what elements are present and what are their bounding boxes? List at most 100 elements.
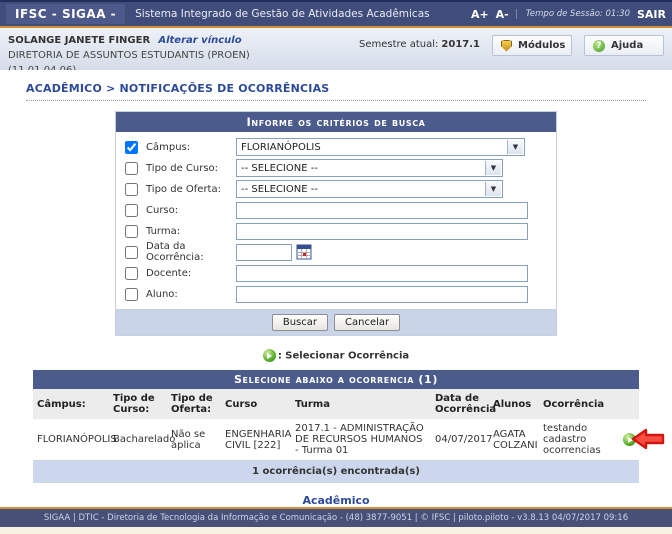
bottom-strip [0,527,672,534]
column-header: Ocorrência [539,389,619,419]
results-footer-row: 1 ocorrência(s) encontrada(s) [33,460,639,483]
tipo-de-oferta-checkbox[interactable] [125,183,138,196]
campus-checkbox[interactable] [125,141,138,154]
table-row: FLORIANÓPOLISBachareladoNão se aplicaENG… [33,419,639,460]
form-row-tipo-de-oferta: Tipo de Oferta: -- SELECIONE -- ▼ [125,180,547,198]
modules-button[interactable]: Módulos [492,35,572,56]
table-cell: 2017.1 - ADMINISTRAÇÃO DE RECURSOS HUMAN… [291,419,431,460]
form-row-tipo-de-curso: Tipo de Curso: -- SELECIONE -- ▼ [125,159,547,177]
campus-select-value: FLORIANÓPOLIS [241,142,321,153]
font-decrease-button[interactable]: A- [496,8,509,21]
results-count: 1 ocorrência(s) encontrada(s) [33,460,639,483]
column-header: Câmpus: [33,389,109,419]
tipo-de-oferta-select-value: -- SELECIONE -- [241,184,318,195]
turma-checkbox[interactable] [125,225,138,238]
docente-input[interactable] [236,265,528,282]
page-bottom: SIGAA | DTIC - Diretoria de Tecnologia d… [0,507,672,534]
legend-label: : Selecionar Ocorrência [278,351,409,362]
aluno-checkbox[interactable] [125,288,138,301]
session-timer: Tempo de Sessão: 01:30 [516,9,630,19]
cancel-button[interactable]: Cancelar [334,314,400,331]
data-ocorrencia-input[interactable] [236,244,292,261]
table-cell: ENGENHARIA CIVIL [222] [221,419,291,460]
table-cell: 04/07/2017 [431,419,489,460]
calendar-icon[interactable] [296,244,312,260]
app-brand: IFSC - SIGAA - [6,4,125,24]
column-header: Tipo de Curso: [109,389,167,419]
turma-label: Turma: [146,226,236,237]
system-name: Sistema Integrado de Gestão de Atividade… [135,8,429,20]
docente-checkbox[interactable] [125,267,138,280]
font-increase-button[interactable]: A+ [471,8,489,21]
help-question-icon: ? [593,40,605,52]
form-row-docente: Docente: [125,264,547,282]
top-bar: IFSC - SIGAA - Sistema Integrado de Gest… [0,0,672,26]
results-table-wrapper: Selecione abaixo a ocorrencia (1) Câmpus… [33,370,639,483]
table-cell: Não se aplica [167,419,221,460]
search-form-rows: Câmpus:FLORIANÓPOLIS▼Tipo de Curso:-- SE… [116,132,556,309]
tipo-de-curso-checkbox[interactable] [125,162,138,175]
user-bar-actions: Semestre atual:2017.1 Módulos ? Ajuda [359,33,664,65]
campus-label: Câmpus: [146,142,236,153]
data-ocorrencia-label: Data da Ocorrência: [146,241,236,263]
tipo-de-curso-select[interactable]: -- SELECIONE -- ▼ [236,159,503,177]
data-ocorrencia-checkbox[interactable] [125,246,138,259]
campus-select[interactable]: FLORIANÓPOLIS ▼ [236,138,525,156]
form-row-campus: Câmpus: FLORIANÓPOLIS ▼ [125,138,547,156]
results-table-body: FLORIANÓPOLISBachareladoNão se aplicaENG… [33,419,639,460]
aluno-input[interactable] [236,286,528,303]
table-cell: FLORIANÓPOLIS [33,419,109,460]
help-button-label: Ajuda [611,40,643,51]
column-header: Data de Ocorrência [431,389,489,419]
module-footer-link-wrap: Acadêmico [26,494,646,507]
change-bond-link[interactable]: Alterar vínculo [158,35,241,46]
column-header: Turma [291,389,431,419]
turma-input[interactable] [236,223,528,240]
table-legend: : Selecionar Ocorrência [26,349,646,362]
curso-input[interactable] [236,202,528,219]
top-right-controls: A+ A- Tempo de Sessão: 01:30 SAIR [471,8,666,21]
docente-label: Docente: [146,268,236,279]
footer-credits: SIGAA | DTIC - Diretoria de Tecnologia d… [0,509,672,527]
form-row-turma: Turma: [125,222,547,240]
user-info: SOLANGE JANETE FINGER Alterar vínculo DI… [8,33,297,65]
actions-column-header [619,389,639,419]
table-cell: testando cadastro ocorrencias [539,419,619,460]
form-row-aluno: Aluno: [125,285,547,303]
tipo-de-curso-label: Tipo de Curso: [146,163,236,174]
main-content: ACADÊMICO > NOTIFICAÇÕES DE OCORRÊNCIAS … [0,70,672,507]
help-button[interactable]: ? Ajuda [584,35,664,56]
semester-value: 2017.1 [441,39,480,50]
tipo-de-oferta-label: Tipo de Oferta: [146,184,236,195]
search-box-footer: Buscar Cancelar [116,309,556,335]
current-semester: Semestre atual:2017.1 [359,35,480,50]
search-box-title: Informe os critérios de busca [116,112,556,132]
chevron-down-icon: ▼ [507,140,523,154]
red-annotation-arrow-icon [631,427,665,451]
tipo-de-oferta-select[interactable]: -- SELECIONE -- ▼ [236,180,503,198]
table-cell: AGATA COLZANI [489,419,539,460]
breadcrumb: ACADÊMICO > NOTIFICAÇÕES DE OCORRÊNCIAS [26,82,646,101]
modules-button-label: Módulos [518,40,565,51]
aluno-label: Aluno: [146,289,236,300]
column-header: Tipo de Oferta: [167,389,221,419]
search-criteria-box: Informe os critérios de busca Câmpus:FLO… [115,111,557,336]
results-header-row: Câmpus:Tipo de Curso:Tipo de Oferta:Curs… [33,389,639,419]
table-cell: Bacharelado [109,419,167,460]
form-row-curso: Curso: [125,201,547,219]
select-occurrence-legend-icon [263,349,276,362]
column-header: Curso [221,389,291,419]
results-table: Selecione abaixo a ocorrencia (1) Câmpus… [33,370,639,483]
logout-button[interactable]: SAIR [637,8,666,21]
search-button[interactable]: Buscar [272,314,328,331]
academico-link[interactable]: Acadêmico [302,494,369,507]
chevron-down-icon: ▼ [485,182,501,196]
semester-label: Semestre atual: [359,39,438,50]
column-header: Alunos [489,389,539,419]
user-bar: SOLANGE JANETE FINGER Alterar vínculo DI… [0,28,672,70]
tipo-de-curso-select-value: -- SELECIONE -- [241,163,318,174]
results-table-caption: Selecione abaixo a ocorrencia (1) [33,370,639,389]
curso-checkbox[interactable] [125,204,138,217]
form-row-data-ocorrencia: Data da Ocorrência: [125,243,547,261]
chevron-down-icon: ▼ [485,161,501,175]
